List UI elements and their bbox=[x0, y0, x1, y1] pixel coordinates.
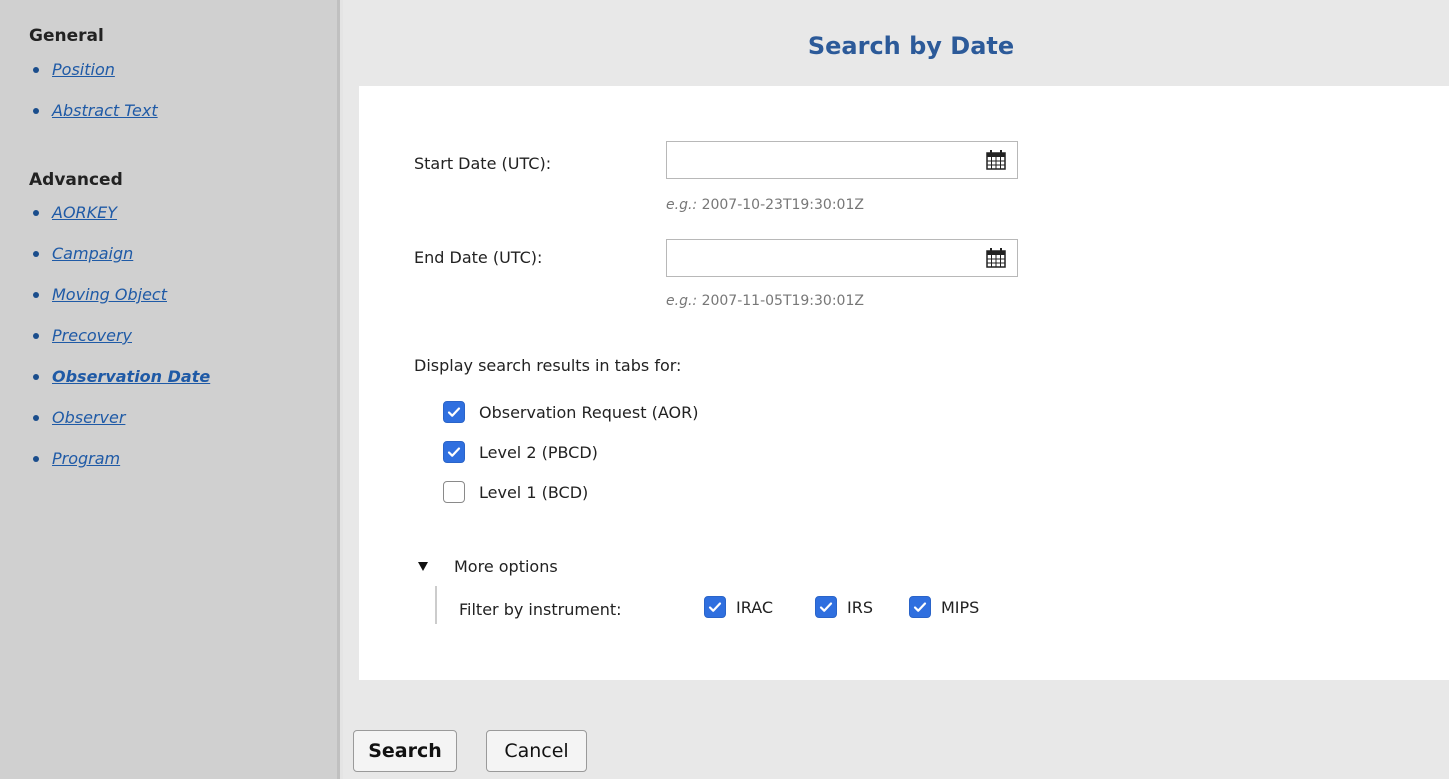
checkmark-icon bbox=[447, 407, 461, 417]
sidebar-link-abstract-text[interactable]: Abstract Text bbox=[52, 101, 158, 120]
irs-checkbox[interactable] bbox=[815, 596, 837, 618]
sidebar-item-precovery[interactable]: Precovery bbox=[33, 315, 210, 356]
bullet-icon bbox=[33, 414, 39, 421]
sidebar: General Position Abstract Text Advanced … bbox=[0, 0, 340, 779]
sidebar-link-moving-object[interactable]: Moving Object bbox=[52, 285, 167, 304]
end-date-label: End Date (UTC): bbox=[414, 248, 543, 267]
more-options-toggle[interactable]: More options bbox=[418, 557, 558, 576]
tab-option-level2[interactable]: Level 2 (PBCD) bbox=[443, 441, 598, 463]
tabs-heading: Display search results in tabs for: bbox=[414, 356, 682, 375]
sidebar-item-moving-object[interactable]: Moving Object bbox=[33, 274, 210, 315]
start-date-input[interactable] bbox=[667, 142, 983, 176]
sidebar-section-general: General bbox=[29, 26, 104, 46]
sidebar-link-observer[interactable]: Observer bbox=[52, 408, 125, 427]
tab-option-level1[interactable]: Level 1 (BCD) bbox=[443, 481, 588, 503]
level2-checkbox[interactable] bbox=[443, 441, 465, 463]
disclosure-triangle-icon bbox=[418, 562, 428, 571]
sidebar-item-campaign[interactable]: Campaign bbox=[33, 233, 210, 274]
instrument-option-irs[interactable]: IRS bbox=[815, 596, 873, 618]
main-area: Search by Date Start Date (UTC): e.g.: 2… bbox=[343, 0, 1449, 779]
sidebar-item-abstract-text[interactable]: Abstract Text bbox=[33, 90, 158, 131]
calendar-icon[interactable] bbox=[985, 247, 1007, 269]
end-date-hint-value: 2007-11-05T19:30:01Z bbox=[701, 293, 864, 309]
irac-label: IRAC bbox=[736, 597, 774, 617]
start-date-hint: e.g.: 2007-10-23T19:30:01Z bbox=[666, 197, 864, 213]
irs-label: IRS bbox=[847, 597, 873, 617]
end-date-hint-prefix: e.g.: bbox=[666, 293, 698, 309]
instrument-option-irac[interactable]: IRAC bbox=[704, 596, 773, 618]
search-button[interactable]: Search bbox=[353, 730, 457, 772]
mips-checkbox[interactable] bbox=[909, 596, 931, 618]
irac-checkbox[interactable] bbox=[704, 596, 726, 618]
sidebar-link-position[interactable]: Position bbox=[52, 60, 115, 79]
bullet-icon bbox=[33, 250, 39, 257]
checkmark-icon bbox=[913, 602, 927, 612]
sidebar-advanced-list: AORKEY Campaign Moving Object Precovery … bbox=[33, 192, 210, 479]
filter-by-instrument-label: Filter by instrument: bbox=[459, 600, 622, 619]
level1-checkbox[interactable] bbox=[443, 481, 465, 503]
sidebar-section-advanced: Advanced bbox=[29, 170, 123, 190]
sidebar-item-observation-date[interactable]: Observation Date bbox=[33, 356, 210, 397]
search-form-panel: Start Date (UTC): e.g.: 2007-10-23T19:30… bbox=[359, 86, 1449, 680]
sidebar-link-aorkey[interactable]: AORKEY bbox=[52, 203, 117, 222]
sidebar-link-precovery[interactable]: Precovery bbox=[52, 326, 132, 345]
checkmark-icon bbox=[819, 602, 833, 612]
calendar-icon[interactable] bbox=[985, 149, 1007, 171]
end-date-input[interactable] bbox=[667, 240, 983, 274]
sidebar-item-observer[interactable]: Observer bbox=[33, 397, 210, 438]
bullet-icon bbox=[33, 455, 39, 462]
end-date-field[interactable] bbox=[666, 239, 1018, 277]
checkmark-icon bbox=[447, 447, 461, 457]
aor-label: Observation Request (AOR) bbox=[479, 402, 699, 422]
bullet-icon bbox=[33, 107, 39, 114]
bullet-icon bbox=[33, 291, 39, 298]
checkmark-icon bbox=[708, 602, 722, 612]
aor-checkbox[interactable] bbox=[443, 401, 465, 423]
bullet-icon bbox=[33, 209, 39, 216]
page-title: Search by Date bbox=[807, 32, 1015, 60]
mips-label: MIPS bbox=[941, 597, 980, 617]
sidebar-item-position[interactable]: Position bbox=[33, 49, 158, 90]
instrument-option-mips[interactable]: MIPS bbox=[909, 596, 979, 618]
sidebar-link-campaign[interactable]: Campaign bbox=[52, 244, 133, 263]
start-date-field[interactable] bbox=[666, 141, 1018, 179]
level1-label: Level 1 (BCD) bbox=[479, 482, 589, 502]
start-date-hint-value: 2007-10-23T19:30:01Z bbox=[701, 197, 864, 213]
start-date-hint-prefix: e.g.: bbox=[666, 197, 698, 213]
more-options-label: More options bbox=[454, 557, 558, 576]
sidebar-link-program[interactable]: Program bbox=[52, 449, 120, 468]
bullet-icon bbox=[33, 373, 39, 380]
tab-option-aor[interactable]: Observation Request (AOR) bbox=[443, 401, 698, 423]
end-date-hint: e.g.: 2007-11-05T19:30:01Z bbox=[666, 293, 864, 309]
bullet-icon bbox=[33, 332, 39, 339]
more-options-body: Filter by instrument: IRAC IRS MIPS bbox=[435, 586, 1037, 624]
bullet-icon bbox=[33, 66, 39, 73]
sidebar-link-observation-date[interactable]: Observation Date bbox=[52, 367, 210, 386]
start-date-label: Start Date (UTC): bbox=[414, 154, 552, 173]
sidebar-general-list: Position Abstract Text bbox=[33, 49, 158, 131]
sidebar-item-aorkey[interactable]: AORKEY bbox=[33, 192, 210, 233]
level2-label: Level 2 (PBCD) bbox=[479, 442, 598, 462]
sidebar-item-program[interactable]: Program bbox=[33, 438, 210, 479]
cancel-button[interactable]: Cancel bbox=[486, 730, 587, 772]
